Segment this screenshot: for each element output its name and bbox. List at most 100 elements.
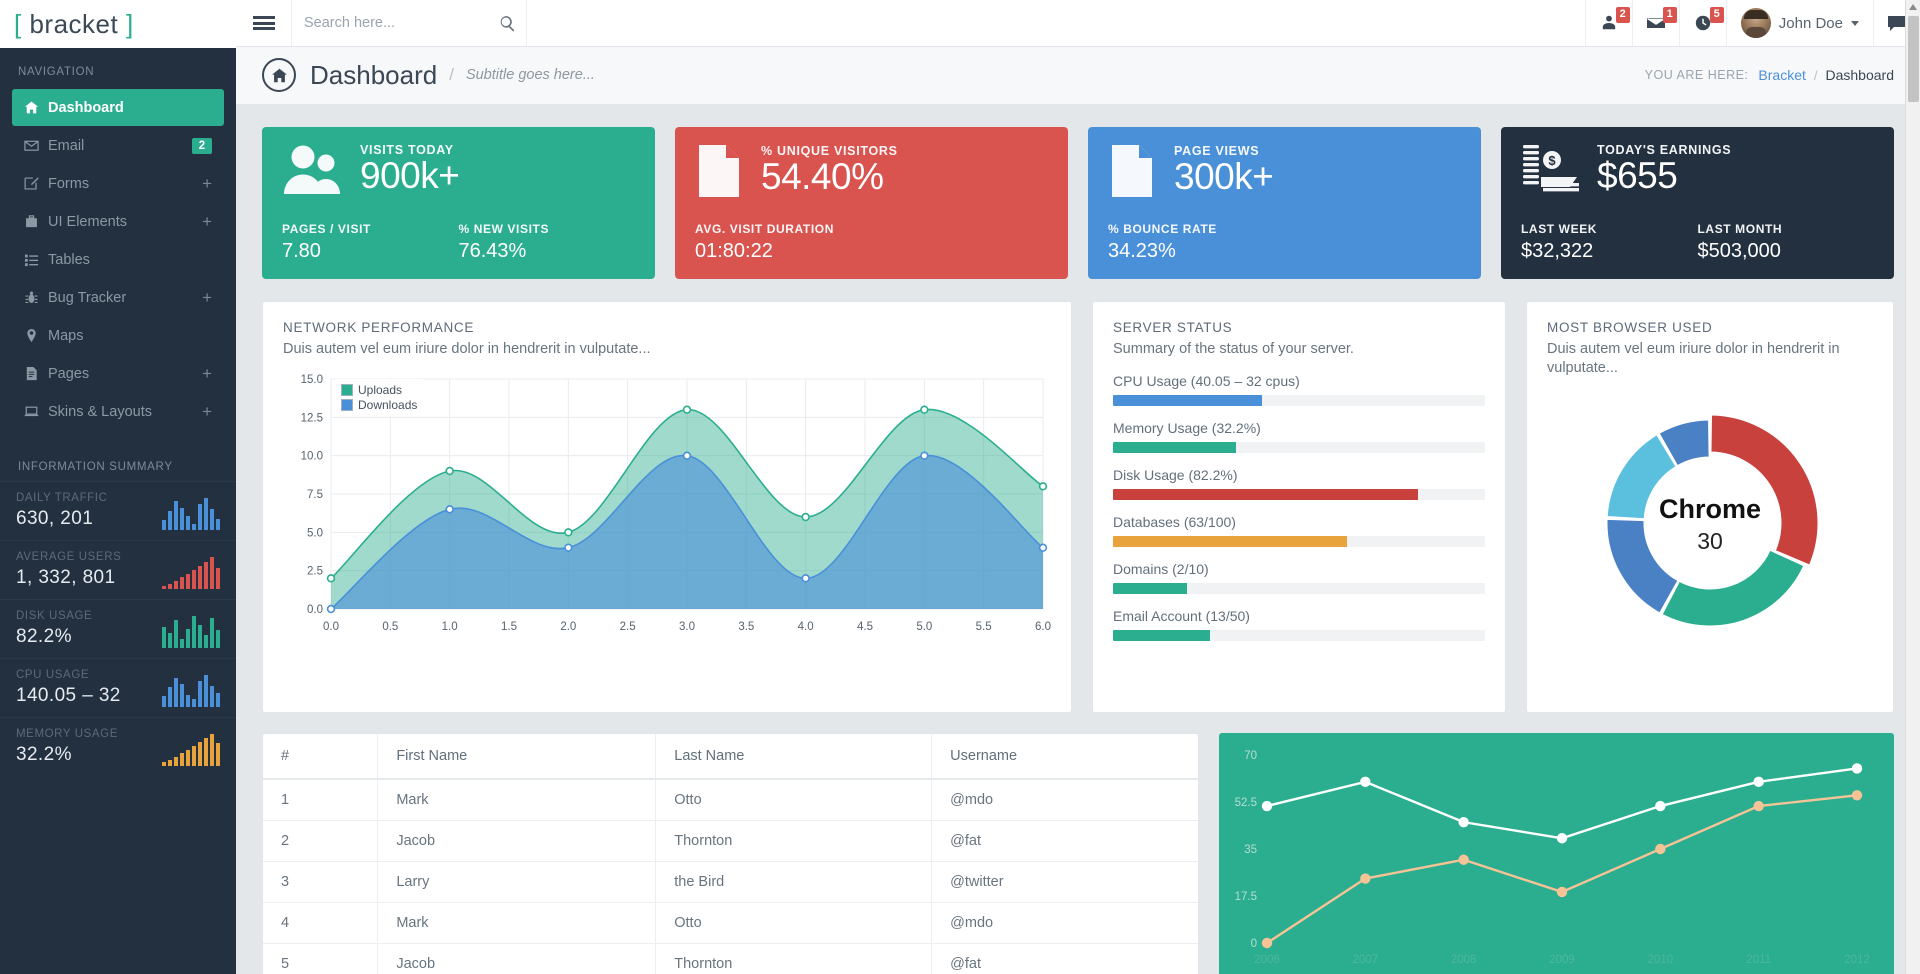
- progress-fill: [1113, 536, 1348, 548]
- expand-plus-icon[interactable]: +: [202, 213, 212, 230]
- panel-title: SERVER STATUS: [1113, 319, 1233, 335]
- stat-sub-value: 7.80: [282, 239, 321, 262]
- table-cell: Mark: [377, 778, 657, 821]
- table-row[interactable]: 1 Mark Otto @mdo: [263, 778, 1198, 821]
- badge-count: 2: [1615, 7, 1630, 23]
- legend-swatch: [341, 399, 353, 412]
- stat-sub-metric: PAGES / VISIT 7.80: [282, 222, 459, 263]
- table-column-header[interactable]: #: [263, 733, 379, 780]
- home-icon: [24, 100, 48, 115]
- menu-toggle-icon[interactable]: [236, 0, 292, 47]
- progress-track: [1113, 442, 1485, 454]
- svg-text:5.0: 5.0: [916, 621, 932, 633]
- server-status-item: Databases (63/100): [1113, 514, 1485, 548]
- browser-usage-panel: MOST BROWSER USED Duis autem vel eum iri…: [1526, 300, 1894, 713]
- expand-plus-icon[interactable]: +: [202, 403, 212, 420]
- stat-top: % UNIQUE VISITORS 54.40%: [695, 143, 1048, 199]
- stat-value: 300k+: [1174, 156, 1274, 198]
- expand-plus-icon[interactable]: +: [202, 365, 212, 382]
- svg-text:1.5: 1.5: [501, 621, 517, 633]
- info-summary-list: DAILY TRAFFIC 630, 201 AVERAGE USERS 1, 332…: [0, 481, 236, 776]
- search-icon[interactable]: [499, 15, 516, 32]
- sidebar-item-badge: 2: [192, 137, 212, 154]
- svg-text:2.0: 2.0: [560, 621, 576, 633]
- sidebar-item-label: Email: [48, 137, 85, 154]
- pencil-square-icon: [24, 176, 48, 191]
- server-status-label: CPU Usage (40.05 – 32 cpus): [1113, 373, 1300, 390]
- badge-count: 5: [1709, 7, 1724, 23]
- user-menu[interactable]: John Doe: [1725, 0, 1873, 47]
- svg-text:10.0: 10.0: [301, 451, 323, 463]
- panel-title: MOST BROWSER USED: [1547, 319, 1713, 335]
- stat-sub-value: 01:80:22: [695, 239, 773, 262]
- svg-text:17.5: 17.5: [1235, 891, 1257, 903]
- stat-value: 900k+: [360, 154, 460, 196]
- table-cell: 3: [263, 861, 379, 903]
- stat-sub-metric: LAST MONTH $503,000: [1698, 222, 1875, 263]
- table-column-header[interactable]: Last Name: [655, 733, 933, 780]
- svg-text:2007: 2007: [1353, 954, 1379, 966]
- briefcase-icon: [24, 214, 48, 229]
- scrollbar-thumb[interactable]: [1908, 16, 1919, 102]
- table-header-row: # First Name Last Name Username: [263, 733, 1198, 780]
- svg-text:0.0: 0.0: [307, 604, 323, 616]
- user-name: John Doe: [1778, 14, 1843, 32]
- sidebar-item-tables[interactable]: Tables: [12, 241, 224, 278]
- table-cell: @fat: [931, 943, 1198, 974]
- scroll-up-arrow-icon[interactable]: [1909, 4, 1917, 10]
- stat-sub-metric: % NEW VISITS 76.43%: [459, 222, 636, 263]
- sidebar-item-skins-layouts[interactable]: Skins & Layouts +: [12, 393, 224, 430]
- svg-text:7.5: 7.5: [307, 489, 323, 501]
- legend-swatch: [341, 384, 353, 397]
- table-row[interactable]: 4 Mark Otto @mdo: [263, 902, 1198, 944]
- svg-text:2011: 2011: [1746, 954, 1771, 966]
- sidebar-item-dashboard[interactable]: Dashboard: [12, 89, 224, 126]
- map-marker-icon: [24, 328, 48, 343]
- table-cell: Jacob: [377, 943, 657, 974]
- stat-card-today-s-earnings[interactable]: $ TODAY'S EARNINGS $655 LAST WEEK $32,322 LAS…: [1501, 126, 1894, 279]
- stat-sub-metric: AVG. VISIT DURATION 01:80:22: [695, 222, 872, 263]
- notifications-users-button[interactable]: 2: [1584, 0, 1632, 47]
- table-cell: 5: [263, 943, 379, 974]
- table-column-header[interactable]: Username: [931, 733, 1198, 780]
- info-summary-item: AVERAGE USERS 1, 332, 801: [0, 540, 236, 599]
- search-container[interactable]: [292, 0, 527, 47]
- panel-subtitle: Duis autem vel eum iriure dolor in hendr…: [1547, 340, 1840, 377]
- sidebar-item-bug-tracker[interactable]: Bug Tracker +: [12, 279, 224, 316]
- table-row[interactable]: 3 Larry the Bird @twitter: [263, 861, 1198, 903]
- stat-label: TODAY'S EARNINGS: [1597, 142, 1732, 157]
- sidebar-item-email[interactable]: Email 2: [12, 127, 224, 164]
- stat-card-unique-visitors[interactable]: % UNIQUE VISITORS 54.40% AVG. VISIT DURATI…: [675, 126, 1068, 279]
- stat-label: VISITS TODAY: [360, 142, 454, 157]
- file-icon: [24, 366, 48, 381]
- notifications-alerts-button[interactable]: 5: [1678, 0, 1726, 47]
- table-row[interactable]: 2 Jacob Thornton @fat: [263, 820, 1198, 862]
- users-table: # First Name Last Name Username 1 Mark Otto @m…: [263, 733, 1198, 974]
- chevron-down-icon[interactable]: [1851, 20, 1859, 26]
- sidebar-item-ui-elements[interactable]: UI Elements +: [12, 203, 224, 240]
- expand-plus-icon[interactable]: +: [202, 289, 212, 306]
- legend-item[interactable]: Downloads: [341, 398, 417, 412]
- stat-sub-value: 76.43%: [458, 239, 527, 262]
- brand-logo[interactable]: [ bracket ]: [0, 0, 236, 48]
- stat-card-visits-today[interactable]: VISITS TODAY 900k+ PAGES / VISIT 7.80 % NEW …: [262, 126, 655, 279]
- sidebar-item-forms[interactable]: Forms +: [12, 165, 224, 202]
- content-area: VISITS TODAY 900k+ PAGES / VISIT 7.80 % NEW …: [236, 105, 1920, 974]
- stat-card-page-views[interactable]: PAGE VIEWS 300k+ % BOUNCE RATE 34.23%: [1088, 126, 1481, 279]
- sidebar-item-pages[interactable]: Pages +: [12, 355, 224, 392]
- table-cell: Thornton: [655, 820, 933, 862]
- breadcrumb-link-bracket[interactable]: Bracket: [1758, 67, 1805, 83]
- expand-plus-icon[interactable]: +: [202, 175, 212, 192]
- table-row[interactable]: 5 Jacob Thornton @fat: [263, 943, 1198, 974]
- legend-item[interactable]: Uploads: [341, 383, 417, 397]
- table-body: 1 Mark Otto @mdo 2 Jacob Thornton @fat 3 Larry the…: [263, 778, 1198, 974]
- info-summary-value: 140.05 – 32: [16, 685, 121, 706]
- sidebar-item-maps[interactable]: Maps: [12, 317, 224, 354]
- stat-top: VISITS TODAY 900k+: [282, 143, 635, 196]
- table-column-header[interactable]: First Name: [377, 733, 657, 780]
- info-summary-value: 630, 201: [16, 508, 94, 529]
- svg-text:0.0: 0.0: [323, 621, 339, 633]
- page-scrollbar[interactable]: [1905, 0, 1920, 974]
- search-input[interactable]: [304, 15, 491, 32]
- notifications-mail-button[interactable]: 1: [1631, 0, 1679, 47]
